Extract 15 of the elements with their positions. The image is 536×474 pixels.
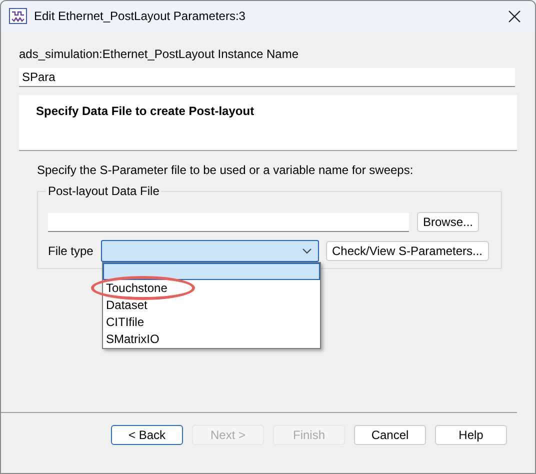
- dropdown-option[interactable]: CITIfile: [103, 314, 320, 331]
- window-title: Edit Ethernet_PostLayout Parameters:3: [34, 8, 246, 25]
- check-s-parameters-button[interactable]: Check/View S-Parameters...: [326, 241, 488, 261]
- browse-button[interactable]: Browse...: [417, 212, 480, 232]
- description-text: Specify the S-Parameter file to be used or a variable name for sweeps:: [37, 162, 414, 179]
- banner-title: Specify Data File to create Post-layout: [36, 103, 256, 120]
- dropdown-option[interactable]: Dataset: [103, 297, 320, 314]
- wizard-button[interactable]: < Back: [111, 425, 183, 445]
- dropdown-option[interactable]: Touchstone: [103, 280, 320, 297]
- wizard-button[interactable]: Cancel: [354, 425, 426, 445]
- wizard-button[interactable]: Help: [435, 425, 507, 445]
- file-type-label: File type: [48, 243, 94, 260]
- instance-name-field[interactable]: SPara: [19, 68, 515, 87]
- instance-name-label: ads_simulation:Ethernet_PostLayout Instance Name: [19, 46, 300, 63]
- dropdown-option[interactable]: SMatrixIO: [103, 331, 320, 348]
